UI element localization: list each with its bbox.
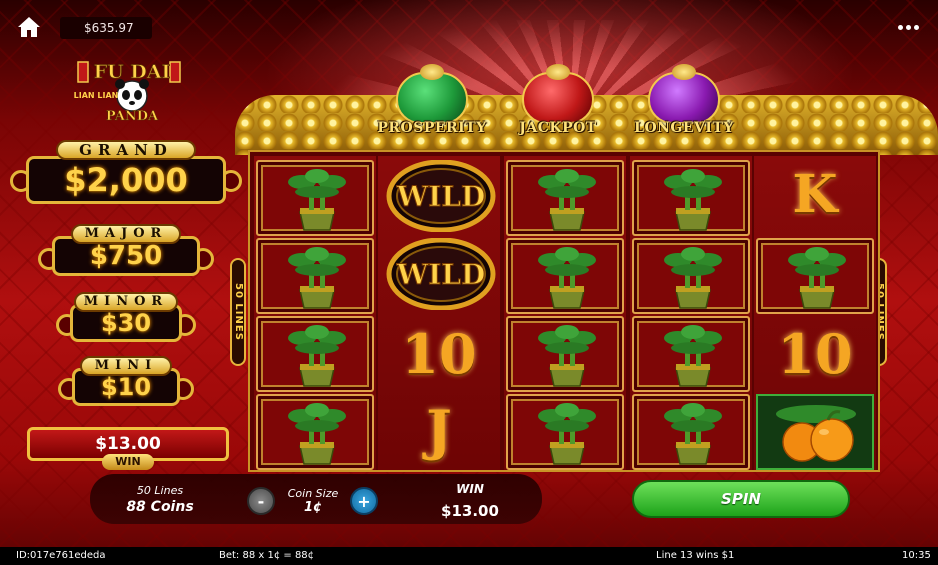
knot-icon — [672, 64, 696, 80]
wild-text: WILD — [396, 258, 486, 291]
bamboo-icon — [288, 403, 346, 465]
bamboo-symbol — [506, 316, 624, 392]
ten-symbol: 10 — [756, 316, 874, 392]
grand-value: $2,000 — [26, 156, 226, 204]
bamboo-symbol — [632, 394, 750, 470]
bamboo-symbol — [632, 316, 750, 392]
reel-5: K 10 — [754, 156, 876, 470]
bamboo-symbol — [256, 238, 374, 314]
logo-line2: LIAN LIAN — [74, 91, 119, 100]
more-options-button[interactable] — [888, 12, 928, 42]
logo-line1: FU DAI — [94, 61, 171, 83]
king-symbol: K — [756, 160, 874, 236]
bamboo-symbol — [506, 238, 624, 314]
bamboo-icon — [664, 247, 722, 309]
session-id: ID:017e761ededa — [16, 550, 106, 561]
bamboo-icon — [288, 169, 346, 231]
balance-display: $635.97 — [60, 17, 152, 39]
bamboo-symbol — [756, 238, 874, 314]
mini-title: MINI — [80, 356, 172, 376]
wild-icon: WILD — [386, 160, 496, 232]
win-info: WIN $13.00 — [400, 482, 540, 520]
lines-indicator-left: 50 LINES — [230, 258, 246, 366]
ten-label: 10 — [777, 322, 853, 386]
major-jackpot: $750 MAJOR — [38, 224, 214, 276]
bamboo-symbol — [632, 238, 750, 314]
bamboo-symbol — [256, 160, 374, 236]
bamboo-icon — [788, 247, 846, 309]
spin-button[interactable]: SPIN — [632, 480, 850, 518]
bamboo-symbol — [506, 160, 624, 236]
ten-symbol: 10 — [380, 316, 498, 392]
lines-info: 50 Lines 88 Coins — [110, 484, 210, 515]
decrease-coin-button[interactable]: - — [247, 487, 275, 515]
ten-label: 10 — [401, 322, 477, 386]
reel-1 — [254, 156, 376, 470]
bamboo-symbol — [632, 160, 750, 236]
reel-2: WILD WILD 10 J — [378, 156, 500, 470]
coin-size-label: Coin Size — [287, 487, 339, 500]
clock: 10:35 — [902, 550, 931, 561]
wild-symbol: WILD — [380, 238, 498, 314]
longevity-label: LONGEVITY — [634, 120, 734, 136]
balance-value: $635.97 — [84, 21, 134, 35]
reel-grid: WILD WILD 10 J K 10 — [248, 150, 880, 472]
knot-icon — [420, 64, 444, 80]
jack-label: J — [426, 398, 452, 462]
knot-icon — [546, 64, 570, 80]
bamboo-icon — [538, 247, 596, 309]
dot-icon — [906, 25, 911, 30]
major-title: MAJOR — [71, 224, 181, 244]
reel-3 — [504, 156, 626, 470]
bamboo-icon — [538, 169, 596, 231]
status-bar: ID:017e761ededa Bet: 88 x 1¢ = 88¢ Line … — [0, 547, 938, 565]
lines-label: 50 Lines — [136, 484, 184, 497]
minor-jackpot: $30 MINOR — [56, 292, 196, 342]
bamboo-icon — [288, 247, 346, 309]
line-win-text: Line 13 wins $1 — [656, 550, 735, 561]
bamboo-symbol — [256, 316, 374, 392]
increase-coin-button[interactable]: + — [350, 487, 378, 515]
win-value: $13.00 — [441, 502, 499, 520]
bet-summary: Bet: 88 x 1¢ = 88¢ — [219, 550, 315, 561]
logo-line3: PANDA — [106, 109, 159, 124]
oranges-symbol — [756, 394, 874, 470]
dot-icon — [898, 25, 903, 30]
longevity-bag: LONGEVITY — [624, 64, 744, 140]
bamboo-icon — [288, 325, 346, 387]
mini-jackpot: $10 MINI — [58, 356, 194, 406]
dot-icon — [914, 25, 919, 30]
jackpot-bag: JACKPOT — [498, 64, 618, 140]
bamboo-icon — [664, 169, 722, 231]
win-label: WIN — [456, 482, 484, 496]
minor-title: MINOR — [74, 292, 178, 312]
game-logo: FU DAI LIAN LIAN PANDA — [70, 58, 195, 124]
home-icon[interactable] — [14, 12, 44, 42]
coin-size-info: Coin Size 1¢ — [280, 487, 346, 515]
bamboo-icon — [664, 403, 722, 465]
bamboo-symbol — [256, 394, 374, 470]
wild-symbol: WILD — [380, 160, 498, 236]
bamboo-icon — [664, 325, 722, 387]
coin-size-value: 1¢ — [303, 500, 323, 515]
wild-text: WILD — [396, 180, 486, 213]
bamboo-icon — [538, 325, 596, 387]
jackpot-label: JACKPOT — [519, 120, 597, 136]
king-label: K — [792, 164, 838, 225]
win-tag: WIN — [102, 454, 154, 470]
reel-4 — [630, 156, 752, 470]
bamboo-icon — [538, 403, 596, 465]
jack-symbol: J — [380, 394, 498, 470]
bamboo-symbol — [506, 394, 624, 470]
game-stage: $635.97 FU DAI LIAN LIAN PANDA PROSPERIT… — [0, 0, 938, 565]
grand-title: GRAND — [56, 140, 196, 160]
prosperity-bag: PROSPERITY — [372, 64, 492, 140]
win-amount-value: $13.00 — [95, 434, 161, 454]
grand-jackpot: $2,000 GRAND — [10, 140, 242, 206]
coins-label: 88 Coins — [126, 499, 194, 515]
wild-icon: WILD — [386, 238, 496, 310]
prosperity-label: PROSPERITY — [377, 120, 487, 136]
oranges-icon — [776, 405, 856, 462]
